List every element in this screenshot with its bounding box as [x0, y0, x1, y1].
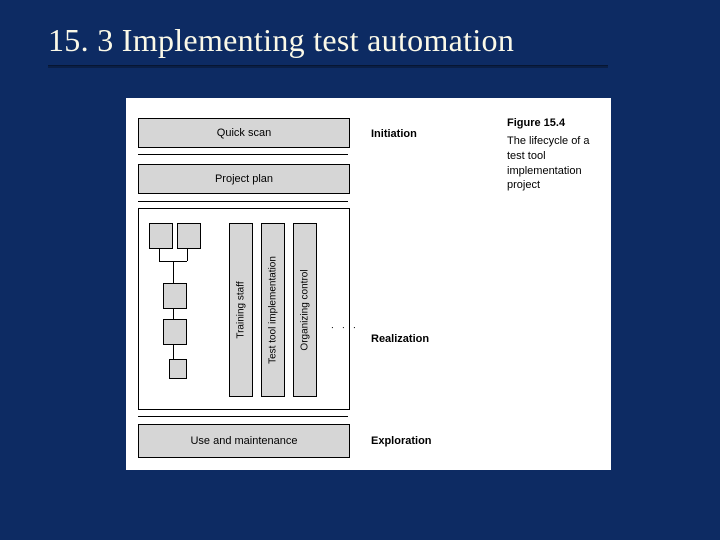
phase-label-exploration: Exploration [371, 435, 432, 447]
figure-number: Figure 15.4 [507, 116, 599, 131]
figure-canvas: Figure 15.4 The lifecycle of a test tool… [126, 98, 611, 470]
vcol-more-indicator: . . . [325, 305, 358, 329]
slide-title: 15. 3 Implementing test automation [0, 0, 720, 59]
figure-sidebar: Figure 15.4 The lifecycle of a test tool… [507, 116, 599, 193]
tree-node [177, 223, 201, 249]
tree-connector [187, 249, 188, 261]
tree-connector [173, 345, 174, 359]
vcol-training-staff: Training staff [229, 223, 253, 397]
vcol-label: Test tool implementation [268, 256, 279, 364]
tree-connector [159, 249, 160, 261]
tree-node [163, 319, 187, 345]
title-underline [48, 65, 608, 68]
figure-caption: The lifecycle of a test tool implementat… [507, 134, 599, 193]
separator [138, 416, 348, 417]
vcol-label: Training staff [236, 281, 247, 338]
tree-node [169, 359, 187, 379]
phase-label-initiation: Initiation [371, 128, 417, 140]
vcol-test-tool-impl: Test tool implementation [261, 223, 285, 397]
bar-project-plan: Project plan [138, 164, 350, 194]
vcol-organizing-control: Organizing control [293, 223, 317, 397]
phase-label-realization: Realization [371, 333, 429, 345]
bar-quick-scan: Quick scan [138, 118, 350, 148]
tree-connector [173, 261, 174, 283]
tree-diagram [147, 223, 215, 383]
separator [138, 154, 348, 155]
realization-block: Training staff Test tool implementation … [138, 208, 350, 410]
vcol-label: Organizing control [300, 269, 311, 350]
tree-node [163, 283, 187, 309]
tree-connector [173, 309, 174, 319]
tree-node [149, 223, 173, 249]
bar-use-maintenance: Use and maintenance [138, 424, 350, 458]
separator [138, 201, 348, 202]
